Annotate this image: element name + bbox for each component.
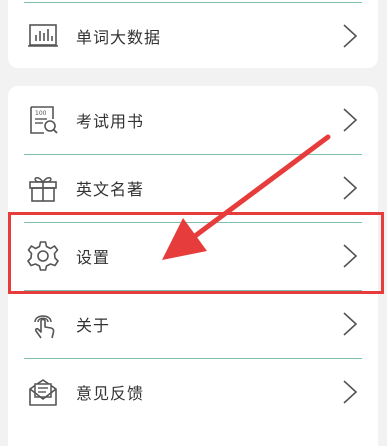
chevron-right-icon: [343, 380, 358, 404]
chevron-right-icon: [343, 244, 358, 268]
chevron-right-icon: [343, 108, 358, 132]
menu-item-label: 考试用书: [76, 112, 145, 131]
chevron-right-icon: [343, 312, 358, 336]
menu-card: 100 考试用书 英文名著 设置 关于 意见反馈: [8, 86, 378, 446]
gift-icon: [29, 177, 57, 202]
menu-item-exam-books[interactable]: 100 考试用书: [8, 86, 378, 154]
top-card: 单词大数据: [8, 0, 378, 68]
bar-chart-icon: [28, 24, 58, 47]
menu-item-label: 关于: [76, 316, 111, 335]
menu-item-label: 意见反馈: [76, 384, 145, 403]
menu-item-about[interactable]: 关于: [8, 290, 378, 358]
menu-item-word-big-data[interactable]: 单词大数据: [8, 2, 378, 70]
chevron-right-icon: [343, 24, 358, 48]
menu-item-label: 设置: [76, 248, 111, 267]
mail-icon: [29, 379, 57, 406]
touch-hand-icon: [34, 315, 55, 339]
menu-item-feedback[interactable]: 意见反馈: [8, 358, 378, 426]
menu-item-settings[interactable]: 设置: [8, 222, 378, 290]
menu-item-label: 英文名著: [76, 180, 145, 199]
svg-text:100: 100: [35, 110, 47, 117]
gear-icon: [27, 241, 59, 271]
menu-item-label: 单词大数据: [76, 28, 162, 47]
book-search-icon: 100: [30, 106, 58, 134]
chevron-right-icon: [343, 176, 358, 200]
menu-item-english-classics[interactable]: 英文名著: [8, 154, 378, 222]
